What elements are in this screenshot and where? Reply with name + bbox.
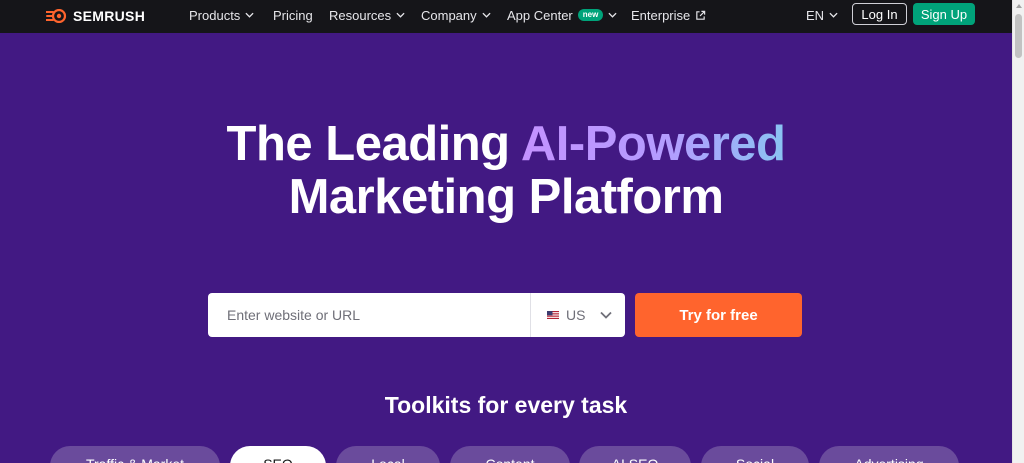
chevron-down-icon [482, 12, 491, 18]
nav-app-center[interactable]: App Center new [507, 0, 617, 30]
nav-products[interactable]: Products [189, 0, 254, 30]
domain-search-box: US [208, 293, 625, 337]
nav-resources-label: Resources [329, 7, 392, 23]
tab-seo[interactable]: SEO [230, 446, 326, 463]
chevron-down-icon [608, 12, 617, 18]
scroll-up-arrow-icon[interactable] [1016, 4, 1022, 8]
tab-content[interactable]: Content [450, 446, 570, 463]
language-label: EN [806, 7, 825, 23]
signup-button[interactable]: Sign Up [913, 3, 975, 25]
new-badge: new [577, 9, 604, 21]
tab-traffic-market[interactable]: Traffic & Market [50, 446, 220, 463]
website-url-input[interactable] [208, 293, 530, 337]
hero-title-highlight: AI-Powered [520, 117, 786, 171]
hero-title-line2: Marketing Platform [288, 170, 724, 224]
tab-social[interactable]: Social [701, 446, 809, 463]
nav-company-label: Company [421, 7, 477, 23]
nav-products-label: Products [189, 7, 241, 23]
tab-advertising[interactable]: Advertising [819, 446, 959, 463]
chevron-down-icon [245, 12, 254, 18]
chevron-down-icon [829, 12, 838, 18]
semrush-fire-icon [46, 9, 67, 23]
nav-enterprise-label: Enterprise [631, 7, 691, 23]
chevron-down-icon [600, 311, 613, 319]
nav-resources[interactable]: Resources [329, 0, 405, 30]
nav-pricing[interactable]: Pricing [273, 0, 313, 30]
login-button[interactable]: Log In [852, 3, 907, 25]
nav-pricing-label: Pricing [273, 7, 313, 23]
database-label: US [566, 307, 586, 323]
external-link-icon [696, 10, 706, 20]
hero-title-plain: The Leading [226, 117, 521, 171]
logo-wordmark: SEMRUSH [73, 8, 146, 24]
nav-app-center-label: App Center [507, 7, 573, 23]
database-selector[interactable]: US [531, 293, 625, 337]
nav-company[interactable]: Company [421, 0, 491, 30]
page: SEMRUSH Products Pricing Resources Compa… [0, 0, 1012, 463]
try-for-free-button[interactable]: Try for free [635, 293, 802, 337]
chevron-down-icon [396, 12, 405, 18]
language-selector[interactable]: EN [806, 0, 838, 30]
scrollbar-thumb[interactable] [1015, 14, 1022, 58]
tab-local[interactable]: Local [336, 446, 440, 463]
top-nav: SEMRUSH Products Pricing Resources Compa… [0, 0, 1012, 33]
page-scrollbar[interactable] [1012, 0, 1024, 463]
toolkits-heading: Toolkits for every task [384, 392, 628, 418]
hero-title-line1: The Leading AI-Powered [0, 117, 1012, 171]
us-flag-icon [547, 311, 559, 319]
semrush-logo[interactable]: SEMRUSH [46, 6, 145, 26]
tab-ai-seo[interactable]: AI SEO [579, 446, 691, 463]
nav-enterprise[interactable]: Enterprise [631, 0, 706, 30]
